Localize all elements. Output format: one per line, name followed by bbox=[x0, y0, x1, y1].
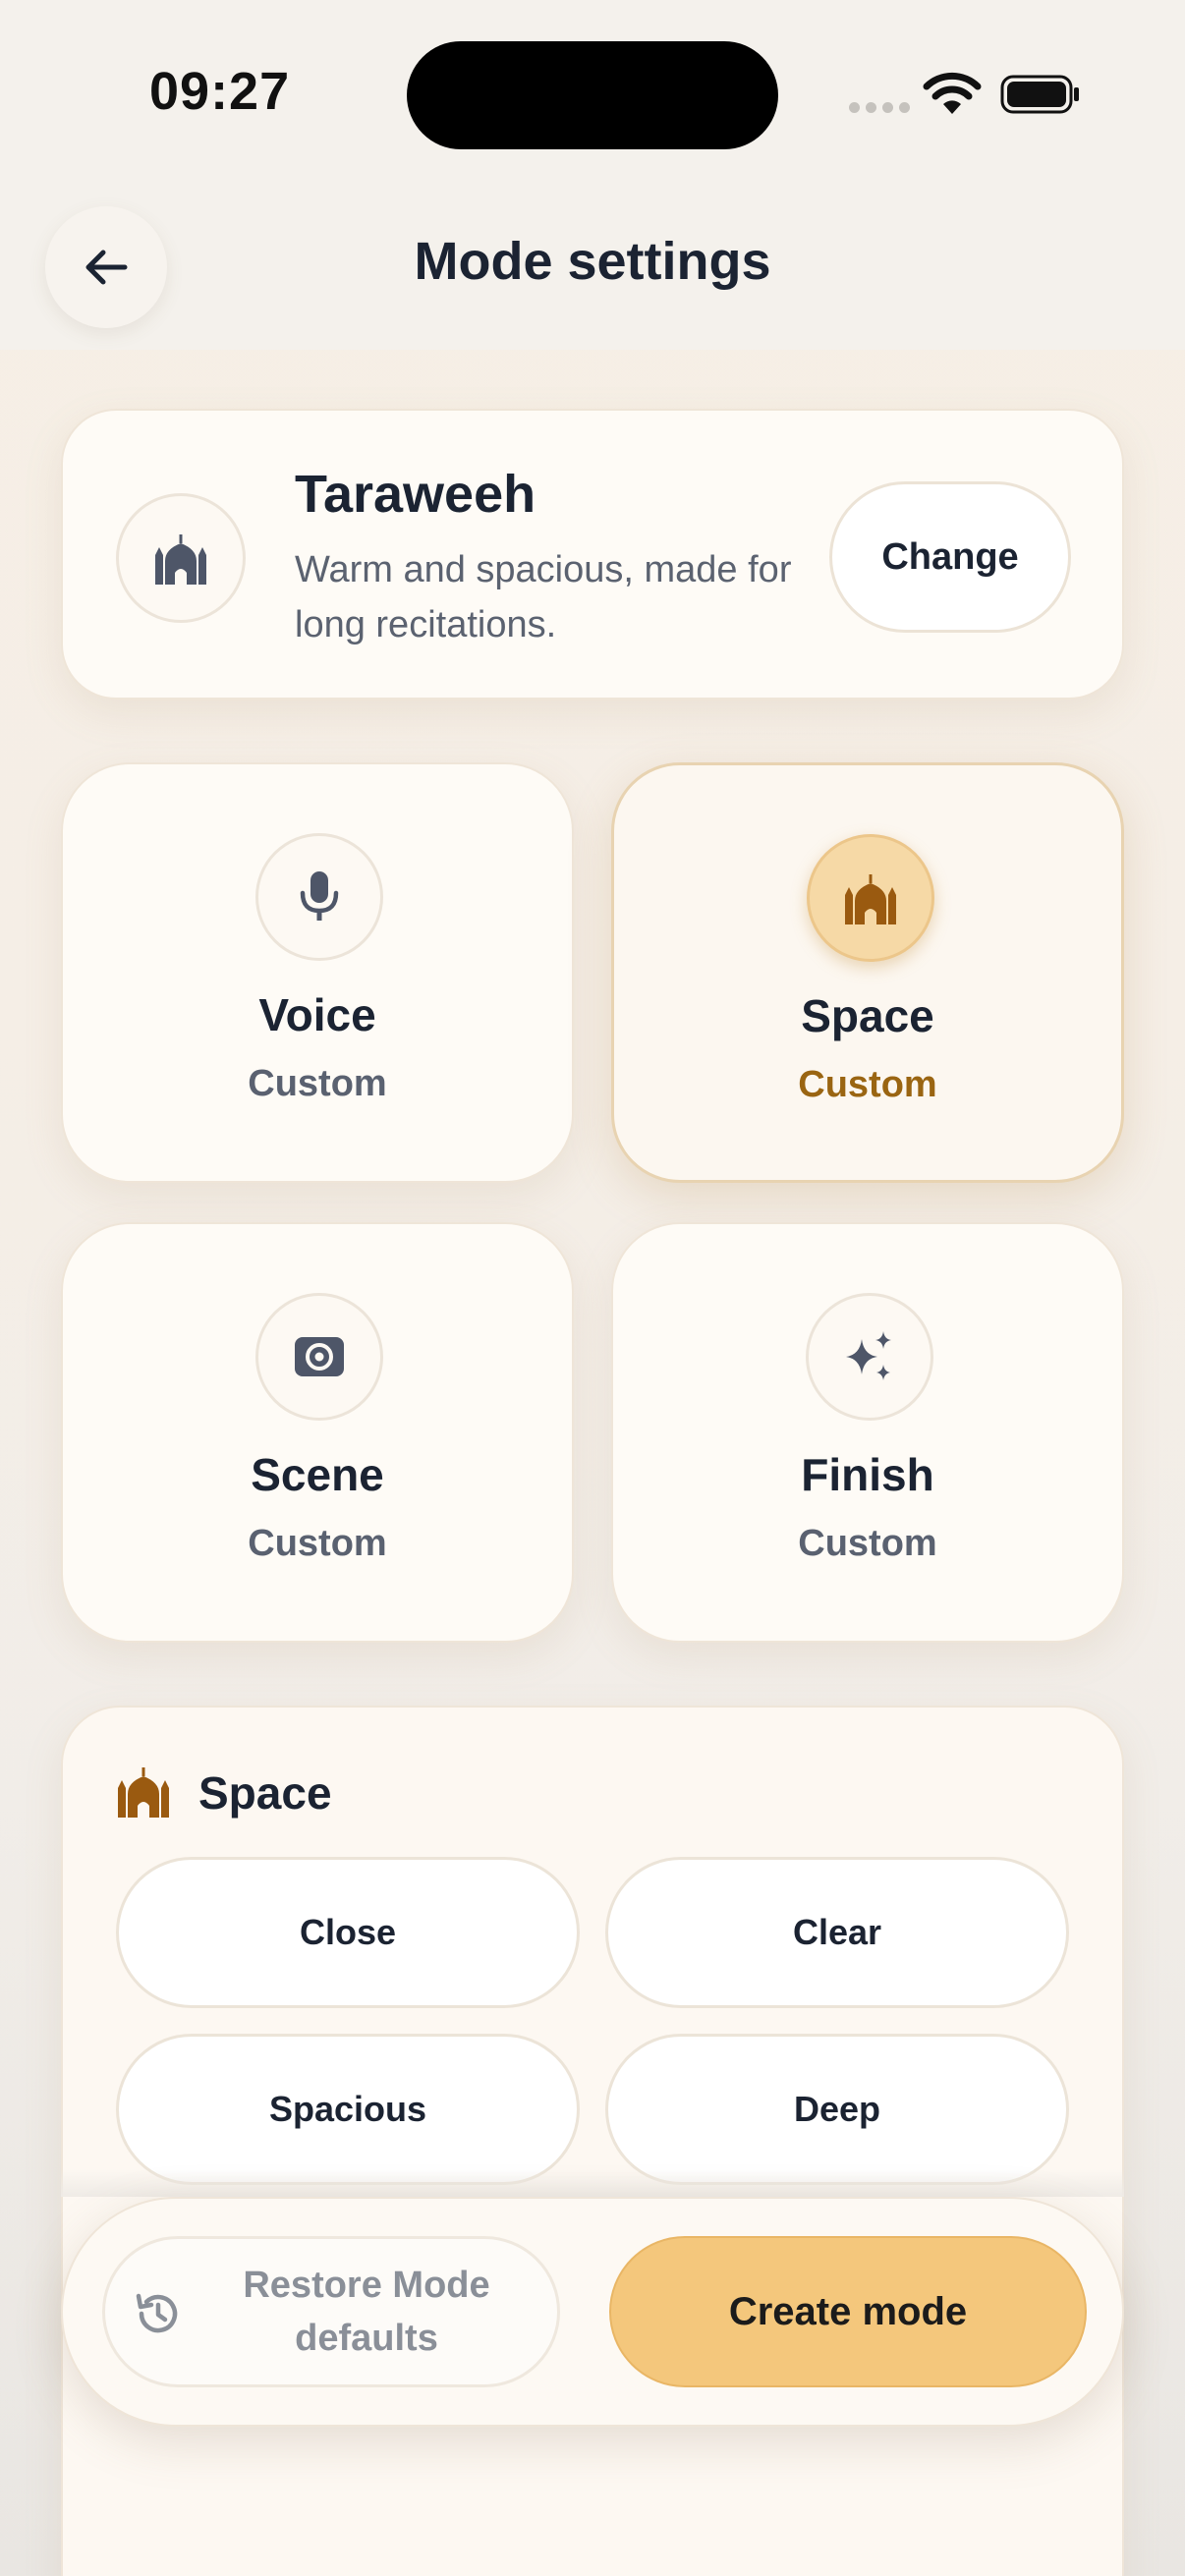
mode-description: Warm and spacious, made for long recitat… bbox=[295, 549, 792, 645]
voice-icon-container bbox=[255, 833, 383, 961]
mosque-icon bbox=[845, 874, 896, 924]
battery-icon bbox=[1000, 75, 1079, 114]
page-title: Mode settings bbox=[414, 232, 771, 291]
space-icon-container bbox=[807, 834, 934, 962]
tile-finish-title: Finish bbox=[801, 1449, 934, 1500]
history-icon bbox=[136, 2293, 178, 2333]
panel-title: Space bbox=[198, 1767, 332, 1819]
scroll-fade bbox=[61, 2169, 1124, 2197]
speaker-icon bbox=[295, 1337, 344, 1376]
bottom-action-bar: Restore Mode defaults Create mode bbox=[61, 2197, 1124, 2427]
finish-icon-container bbox=[806, 1293, 933, 1421]
tile-scene-subtitle: Custom bbox=[248, 1523, 387, 1564]
create-mode-button[interactable]: Create mode bbox=[609, 2236, 1087, 2387]
option-close[interactable]: Close bbox=[116, 1857, 580, 2008]
mosque-icon bbox=[118, 1767, 169, 1818]
tile-space[interactable]: Space Custom bbox=[611, 762, 1124, 1183]
tile-finish[interactable]: Finish Custom bbox=[611, 1222, 1124, 1643]
dynamic-island bbox=[407, 41, 778, 149]
change-mode-button[interactable]: Change bbox=[829, 481, 1071, 633]
option-deep[interactable]: Deep bbox=[605, 2034, 1069, 2185]
tile-finish-subtitle: Custom bbox=[798, 1523, 937, 1564]
sparkles-icon bbox=[846, 1331, 891, 1380]
status-time: 09:27 bbox=[149, 62, 291, 121]
status-bar: 09:27 bbox=[0, 0, 1185, 196]
microphone-icon bbox=[300, 871, 339, 921]
wifi-icon bbox=[923, 72, 982, 114]
mode-icon-container bbox=[116, 493, 246, 623]
tile-scene[interactable]: Scene Custom bbox=[61, 1222, 574, 1643]
current-mode-card: Taraweeh Warm and spacious, made for lon… bbox=[61, 409, 1124, 700]
option-spacious[interactable]: Spacious bbox=[116, 2034, 580, 2185]
restore-defaults-label: Restore Mode defaults bbox=[243, 2265, 490, 2359]
scene-icon-container bbox=[255, 1293, 383, 1421]
tile-space-title: Space bbox=[801, 990, 934, 1041]
restore-defaults-button[interactable]: Restore Mode defaults bbox=[102, 2236, 560, 2387]
cellular-signal-icon bbox=[849, 102, 910, 113]
tile-space-subtitle: Custom bbox=[798, 1064, 937, 1105]
mosque-icon bbox=[155, 534, 206, 585]
space-options-panel: Space Close Clear Spacious Deep bbox=[61, 1706, 1124, 2576]
tile-voice[interactable]: Voice Custom bbox=[61, 762, 574, 1183]
tile-voice-subtitle: Custom bbox=[248, 1063, 387, 1104]
option-clear[interactable]: Clear bbox=[605, 1857, 1069, 2008]
tile-scene-title: Scene bbox=[251, 1449, 384, 1500]
mode-name: Taraweeh bbox=[295, 465, 536, 524]
tile-voice-title: Voice bbox=[258, 989, 376, 1040]
